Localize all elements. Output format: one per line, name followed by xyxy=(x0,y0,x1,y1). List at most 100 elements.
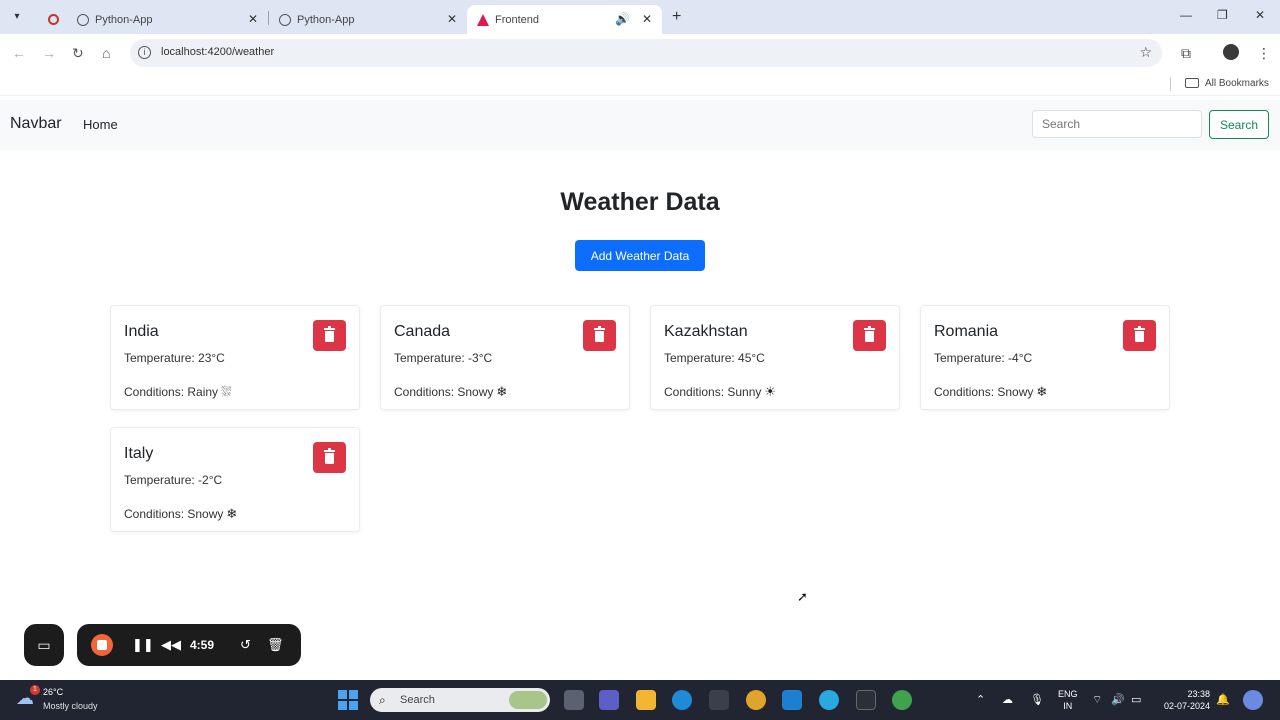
page-title: Weather Data xyxy=(560,188,720,216)
extensions-puzzle-icon[interactable]: ⧉ xyxy=(1181,45,1191,62)
stop-recording-button[interactable] xyxy=(91,634,113,656)
tab-title: Frontend xyxy=(495,13,540,26)
delete-button[interactable] xyxy=(1123,320,1156,351)
vscode-icon[interactable] xyxy=(819,690,839,710)
bookmarks-bar: All Bookmarks xyxy=(0,72,1280,96)
snowflake-icon: ❄ xyxy=(496,384,508,399)
delete-button[interactable] xyxy=(313,320,346,351)
terminal-icon[interactable] xyxy=(856,690,876,710)
card-conditions-text: Conditions: Snowy xyxy=(934,385,1034,399)
task-view-icon[interactable] xyxy=(564,690,584,710)
search-icon: ⌕ xyxy=(379,693,386,707)
card-city: Kazakhstan xyxy=(664,323,748,340)
browser-tab-strip: ▾ Python-App ✕ Python-App ✕ Frontend 🔊 ✕… xyxy=(0,0,1280,34)
card-city: Romania xyxy=(934,323,999,340)
teams-icon[interactable] xyxy=(599,690,619,710)
recording-timer: 4:59 xyxy=(190,638,215,652)
mouse-cursor-icon: ➚ xyxy=(797,589,808,604)
trash-icon[interactable]: 🗑 xyxy=(267,637,284,653)
search-button[interactable]: Search xyxy=(1209,110,1269,139)
window-close-icon[interactable]: ✕ xyxy=(1255,8,1265,22)
close-icon[interactable]: ✕ xyxy=(642,12,652,26)
taskbar-search-label: Search xyxy=(400,694,435,706)
minimize-icon[interactable]: — xyxy=(1180,8,1192,22)
delete-button[interactable] xyxy=(313,442,346,473)
system-clock[interactable]: 23:38 02-07-2024 xyxy=(1158,688,1210,712)
trash-icon xyxy=(1134,326,1145,342)
weather-temp: 26°C xyxy=(43,687,64,697)
tab-search-chevron-icon[interactable]: ▾ xyxy=(8,8,26,26)
close-icon[interactable]: ✕ xyxy=(447,12,457,26)
app-navbar: Navbar Home Search xyxy=(0,100,1280,150)
weather-card: Romania Temperature: -4°C Conditions: Sn… xyxy=(920,305,1170,410)
store-icon[interactable] xyxy=(709,690,729,710)
edge-browser-icon[interactable] xyxy=(672,690,692,710)
kebab-menu-icon[interactable]: ⋮ xyxy=(1257,45,1271,62)
wifi-icon[interactable]: ⌔ xyxy=(1092,693,1102,707)
card-temperature: Temperature: -3°C xyxy=(394,351,493,365)
python-app-icon[interactable] xyxy=(782,690,802,710)
bookmark-star-icon[interactable]: ☆ xyxy=(1139,44,1152,61)
folder-icon xyxy=(1185,78,1199,88)
taskbar-search[interactable]: ⌕ Search xyxy=(370,688,550,712)
mongodb-icon[interactable] xyxy=(892,690,912,710)
all-bookmarks-link[interactable]: All Bookmarks xyxy=(1205,78,1269,89)
weather-card: Canada Temperature: -3°C Conditions: Sno… xyxy=(380,305,630,410)
recording-controls: ❚❚ ◀◀ 4:59 ↺ 🗑 xyxy=(77,624,301,666)
restore-icon[interactable]: ❐ xyxy=(1217,8,1228,22)
notifications-bell-icon[interactable]: 🔔 xyxy=(1216,693,1230,706)
navbar-brand[interactable]: Navbar xyxy=(10,115,62,133)
new-tab-plus-icon[interactable]: + xyxy=(672,8,681,26)
weather-card: Italy Temperature: -2°C Conditions: Snow… xyxy=(110,427,360,532)
rewind-icon[interactable]: ◀◀ xyxy=(161,637,181,653)
copilot-icon[interactable] xyxy=(1243,690,1263,710)
address-bar[interactable]: i localhost:4200/weather ☆ xyxy=(130,39,1162,67)
globe-icon xyxy=(279,13,291,26)
close-icon[interactable]: ✕ xyxy=(248,12,258,26)
site-info-icon[interactable]: i xyxy=(138,46,151,59)
card-city: Canada xyxy=(394,323,451,340)
trash-icon xyxy=(324,448,335,464)
cloud-sync-icon[interactable]: ☁ xyxy=(1002,693,1013,706)
weather-condition: Mostly cloudy xyxy=(43,701,98,711)
volume-icon[interactable]: 🔊 xyxy=(1111,693,1125,706)
nav-link-home[interactable]: Home xyxy=(83,117,118,132)
tab-title: Python-App xyxy=(95,13,153,26)
weather-card: Kazakhstan Temperature: 45°C Conditions:… xyxy=(650,305,900,410)
microphone-icon[interactable]: 🎙 xyxy=(1030,693,1044,706)
forward-arrow-icon[interactable]: → xyxy=(42,45,56,61)
browser-tab-2[interactable]: Python-App ✕ xyxy=(269,5,467,34)
home-icon[interactable]: ⌂ xyxy=(102,45,110,61)
delete-button[interactable] xyxy=(583,320,616,351)
reload-icon[interactable]: ↻ xyxy=(72,45,84,62)
notification-badge: 1 xyxy=(30,685,40,695)
card-conditions-text: Conditions: Snowy xyxy=(124,507,224,521)
file-explorer-icon[interactable] xyxy=(636,690,656,710)
lang-region: IN xyxy=(1063,701,1073,711)
profile-avatar[interactable] xyxy=(1223,44,1239,60)
bookmarks-separator xyxy=(1170,77,1171,91)
restart-icon[interactable]: ↺ xyxy=(240,637,251,653)
back-arrow-icon[interactable]: ← xyxy=(12,45,26,61)
windows-start-icon[interactable] xyxy=(338,690,358,710)
card-city: Italy xyxy=(124,445,154,462)
search-input[interactable] xyxy=(1032,110,1202,138)
chrome-icon[interactable] xyxy=(746,690,766,710)
battery-icon[interactable]: ▭ xyxy=(1131,693,1141,706)
card-conditions: Conditions: Snowy ❄ xyxy=(124,506,237,522)
snowflake-icon: ❄ xyxy=(1036,384,1048,399)
card-temperature: Temperature: 45°C xyxy=(664,351,765,365)
card-temperature: Temperature: -2°C xyxy=(124,473,223,487)
camera-icon[interactable]: ▭ xyxy=(24,624,64,666)
speaker-icon[interactable]: 🔊 xyxy=(615,12,630,26)
input-language[interactable]: ENG IN xyxy=(1058,688,1078,712)
sun-icon: ☀ xyxy=(764,384,777,399)
pause-icon[interactable]: ❚❚ xyxy=(132,637,154,653)
browser-tab-1[interactable]: Python-App ✕ xyxy=(38,5,268,34)
delete-button[interactable] xyxy=(853,320,886,351)
taskbar: ☁ 1 26°C Mostly cloudy ⌕ Search ⌃ ☁ 🎙 EN… xyxy=(0,680,1280,720)
card-conditions: Conditions: Snowy ❄ xyxy=(934,384,1047,400)
chevron-up-icon[interactable]: ⌃ xyxy=(976,693,985,706)
browser-tab-active[interactable]: Frontend 🔊 ✕ xyxy=(467,5,662,34)
add-weather-data-button[interactable]: Add Weather Data xyxy=(575,240,705,271)
